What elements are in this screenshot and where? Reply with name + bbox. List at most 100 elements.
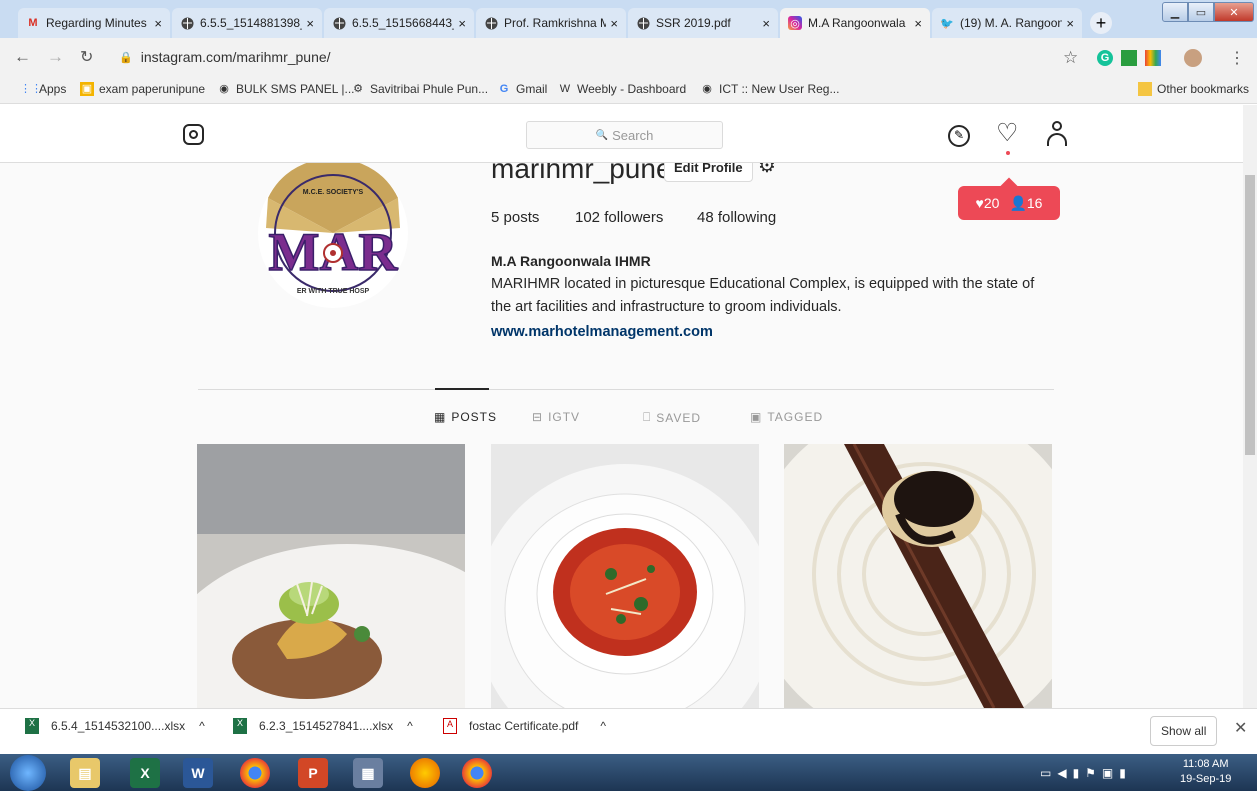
clock-date: 19-Sep-19 [1180, 773, 1232, 785]
activity-dot [1006, 151, 1010, 155]
reload-button[interactable]: ↻ [80, 47, 93, 67]
minimize-button[interactable]: ▁ [1162, 2, 1188, 22]
tab-saved[interactable]: ⎕ SAVED [643, 410, 701, 425]
post-thumbnail-3[interactable] [784, 444, 1052, 708]
profile-bio: MARIHMR located in picturesque Education… [491, 276, 1035, 315]
close-tab-icon[interactable]: × [154, 16, 162, 31]
tab-gmail[interactable]: M Regarding Minutes × [18, 8, 170, 38]
close-downloads-icon[interactable]: ✕ [1234, 718, 1247, 738]
bookmarks-bar: ⋮⋮ Apps ▣ exam paperunipune ◉ BULK SMS PANE… [0, 76, 1257, 104]
maximize-button[interactable]: ▭ [1188, 2, 1214, 22]
close-tab-icon[interactable]: × [458, 16, 466, 31]
tab-igtv[interactable]: ⊟ IGTV [532, 410, 580, 424]
clock-time: 11:08 AM [1182, 758, 1229, 770]
show-all-downloads-button[interactable]: Show all [1150, 716, 1218, 746]
following-count[interactable]: 48 following [697, 209, 776, 226]
bookmark-apps[interactable]: ⋮⋮ Apps [20, 82, 66, 96]
new-tab-button[interactable]: + [1090, 12, 1112, 34]
firefox-taskbar-icon[interactable] [410, 758, 440, 788]
close-window-button[interactable]: ✕ [1214, 2, 1254, 22]
activity-heart-icon[interactable]: ♡ [996, 120, 1018, 146]
menu-kebab-icon[interactable]: ⋮ [1229, 48, 1245, 68]
followers-count[interactable]: 102 followers [575, 209, 663, 226]
tab-prof[interactable]: Prof. Ramkrishna M × [476, 8, 626, 38]
tab-ssr-pdf[interactable]: SSR 2019.pdf × [628, 8, 778, 38]
instagram-logo-icon[interactable] [183, 124, 204, 145]
apps-grid-icon: ⋮⋮ [20, 83, 42, 95]
url-text: instagram.com/marihmr_pune/ [140, 49, 331, 65]
color-extension-icon[interactable] [1145, 50, 1161, 66]
excel-taskbar-icon[interactable]: X [130, 758, 160, 788]
close-tab-icon[interactable]: × [610, 16, 618, 31]
globe-icon [180, 16, 194, 30]
profile-icon[interactable] [1046, 121, 1068, 147]
follows-notification: 👤16 [1009, 194, 1043, 211]
igtv-icon: ⊟ [532, 410, 544, 424]
download-item-3[interactable]: A fostac Certificate.pdf ^ [443, 718, 606, 734]
post-thumbnail-1[interactable] [197, 444, 465, 708]
close-tab-icon[interactable]: × [762, 16, 770, 31]
bookmark-exam[interactable]: ▣ exam paperunipune [80, 82, 205, 96]
chrome-taskbar-icon[interactable] [240, 758, 270, 788]
chrome-active-taskbar-icon[interactable] [462, 758, 492, 788]
explore-compass-icon[interactable]: ✎ [948, 125, 970, 147]
chevron-up-icon[interactable]: ^ [407, 719, 413, 733]
url-bar[interactable]: 🔒 instagram.com/marihmr_pune/ [105, 43, 1090, 71]
chevron-up-icon[interactable]: ^ [199, 719, 205, 733]
bookmark-weebly[interactable]: W Weebly - Dashboard [558, 82, 686, 96]
tab-sheet-2[interactable]: 6.5.5_1515668443_ × [324, 8, 474, 38]
search-input[interactable]: 🔍 Search [526, 121, 723, 149]
bookmark-icon: ⎕ [643, 410, 652, 424]
tab-twitter[interactable]: 🐦 (19) M. A. Rangoon × [932, 8, 1082, 38]
other-bookmarks[interactable]: Other bookmarks [1138, 82, 1249, 96]
tab-title: 6.5.5_1515668443_ [352, 16, 455, 30]
tab-title: Prof. Ramkrishna M [504, 16, 607, 30]
profile-body [1047, 133, 1067, 146]
bookmark-star-icon[interactable]: ☆ [1063, 48, 1078, 68]
powerpoint-taskbar-icon[interactable]: P [298, 758, 328, 788]
posts-count: 5 posts [491, 209, 540, 226]
post-thumbnail-2[interactable] [491, 444, 759, 708]
file-explorer-icon[interactable]: ▤ [70, 758, 100, 788]
calculator-taskbar-icon[interactable]: ▦ [353, 758, 383, 788]
close-tab-icon[interactable]: × [914, 16, 922, 31]
tab-tagged[interactable]: ▣ TAGGED [750, 410, 823, 424]
google-icon: G [499, 83, 509, 95]
excel-file-icon: X [233, 718, 247, 734]
forward-button[interactable]: → [47, 47, 64, 67]
tab-title: 6.5.5_1514881398_ [200, 16, 303, 30]
close-tab-icon[interactable]: × [306, 16, 314, 31]
system-tray-icons[interactable]: ▭◀▮⚑▣▮ [1040, 766, 1132, 780]
active-tab-indicator [435, 388, 489, 390]
globe-icon: ◉ [219, 83, 229, 95]
word-taskbar-icon[interactable]: W [183, 758, 213, 788]
profile-website-link[interactable]: www.marhotelmanagement.com [491, 324, 713, 340]
download-item-1[interactable]: X 6.5.4_1514532100....xlsx ^ [25, 718, 205, 734]
tab-title: M.A Rangoonwala [808, 16, 906, 30]
close-tab-icon[interactable]: × [1066, 16, 1074, 31]
excel-file-icon: X [25, 718, 39, 734]
grammarly-extension-icon[interactable]: G [1097, 50, 1113, 66]
profile-avatar-icon[interactable] [1184, 49, 1202, 67]
start-button[interactable] [10, 755, 46, 791]
lock-icon: 🔒 [119, 51, 133, 64]
back-button[interactable]: ← [14, 47, 31, 67]
chevron-up-icon[interactable]: ^ [600, 719, 606, 733]
logo-society-text: M.C.E. SOCIETY'S [303, 189, 364, 196]
tab-posts[interactable]: ▦ POSTS [434, 410, 497, 424]
download-item-2[interactable]: X 6.2.3_1514527841....xlsx ^ [233, 718, 413, 734]
profile-avatar[interactable]: MAR M.C.E. SOCIETY'S ER WITH TRUE HOSP [258, 158, 408, 308]
tab-instagram[interactable]: ◎ M.A Rangoonwala × [780, 8, 930, 38]
camera-lens [189, 130, 198, 139]
tab-sheet-1[interactable]: 6.5.5_1514881398_ × [172, 8, 322, 38]
bookmark-ict[interactable]: ◉ ICT :: New User Reg... [700, 82, 839, 96]
bookmark-savitribai[interactable]: ⚙ Savitribai Phule Pun... [351, 82, 488, 96]
activity-notification-popup[interactable]: ♥20 👤16 [958, 177, 1060, 220]
bookmark-sms[interactable]: ◉ BULK SMS PANEL |... [217, 82, 354, 96]
scrollbar-thumb[interactable] [1245, 175, 1255, 455]
extension-icon[interactable] [1121, 50, 1137, 66]
system-clock[interactable]: 11:08 AM 19-Sep-19 [1180, 757, 1231, 787]
globe-icon [332, 16, 346, 30]
tag-person-icon: ▣ [750, 410, 763, 424]
bookmark-gmail[interactable]: G Gmail [497, 82, 548, 96]
